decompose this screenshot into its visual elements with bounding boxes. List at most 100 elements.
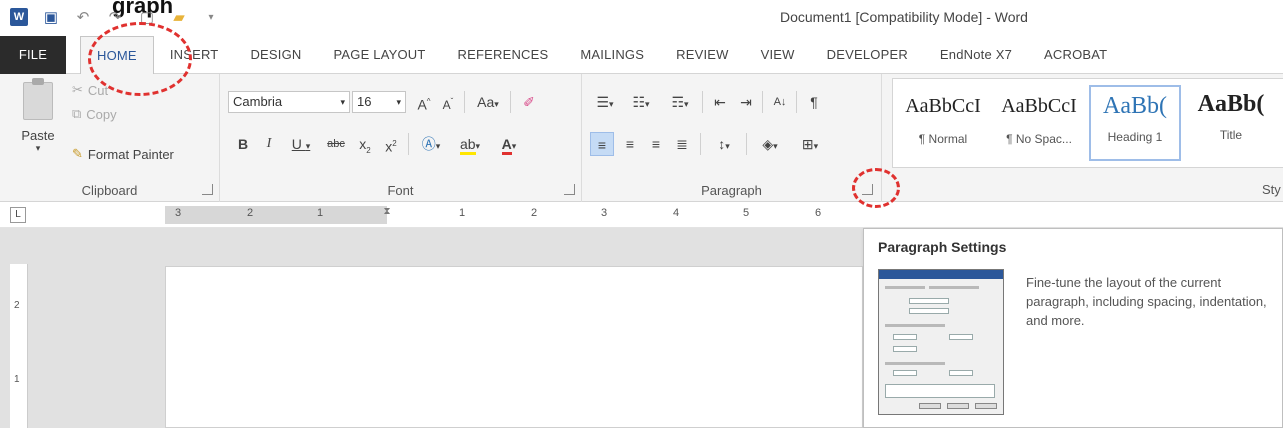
tab-mailings[interactable]: MAILINGS — [564, 36, 660, 74]
borders-icon[interactable]: ⊞▾ — [792, 132, 828, 156]
bold-icon[interactable]: B — [232, 132, 254, 156]
ruler-number: 2 — [531, 207, 538, 219]
new-document-icon[interactable]: ▢ — [138, 8, 156, 26]
word-icon[interactable]: W — [10, 8, 28, 26]
font-size-value: 16 — [357, 94, 372, 109]
change-case-button[interactable]: Aa▾ — [470, 90, 506, 114]
align-right-icon[interactable]: ≡ — [644, 132, 668, 156]
style-heading-1[interactable]: AaBb( Heading 1 — [1089, 85, 1181, 161]
document-page[interactable] — [165, 266, 863, 428]
style-label: Heading 1 — [1107, 130, 1163, 144]
undo-icon[interactable]: ↶ — [74, 8, 92, 26]
style-sample: AaBb( — [1103, 93, 1167, 119]
clipboard-group-label: Clipboard — [81, 183, 138, 198]
paste-dropdown-icon[interactable]: ▾ — [14, 143, 62, 154]
superscript-icon[interactable]: x2 — [380, 132, 402, 156]
clipboard-group: Paste ▾ ✂ Cut ⧉ Copy ✎ Format Painter Cl… — [0, 74, 220, 202]
tab-acrobat[interactable]: ACROBAT — [1028, 36, 1123, 74]
paste-label: Paste — [21, 128, 55, 143]
tab-home[interactable]: HOME — [80, 35, 154, 75]
font-size-combo[interactable]: 16 ▾ — [352, 91, 406, 113]
style-no-spacing[interactable]: AaBbCcI ¶ No Spac... — [993, 85, 1085, 161]
sort-icon[interactable]: A↓ — [768, 90, 792, 114]
separator — [746, 133, 747, 155]
line-spacing-icon[interactable]: ↕▾ — [706, 132, 742, 156]
shrink-font-icon[interactable]: Aˇ — [438, 90, 458, 114]
shading-icon[interactable]: ◈▾ — [752, 132, 788, 156]
text-effects-icon[interactable]: Ⓐ▾ — [414, 132, 448, 156]
font-name-value: Cambria — [233, 94, 283, 109]
ruler-number: 3 — [601, 207, 608, 219]
save-icon[interactable]: ▣ — [42, 8, 60, 26]
tooltip-description: Fine-tune the layout of the current para… — [1026, 275, 1267, 328]
clipboard-icon — [23, 78, 53, 120]
indent-marker-icon[interactable]: ⧗ — [381, 206, 393, 224]
format-painter-button[interactable]: ✎ Format Painter — [72, 146, 174, 162]
italic-icon[interactable]: I — [258, 132, 280, 156]
numbering-icon[interactable]: ☷▾ — [624, 90, 658, 114]
vertical-ruler[interactable]: 2 1 — [10, 264, 28, 428]
ruler-number: 1 — [317, 207, 324, 219]
align-left-icon[interactable]: ≡ — [590, 132, 614, 156]
title-bar: graph W ▣ ↶ ↷ ▢ ▰ ▾ Document1 [Compatibi… — [0, 0, 1283, 36]
increase-indent-icon[interactable]: ⇥ — [734, 90, 758, 114]
font-color-icon[interactable]: A▾ — [492, 132, 526, 156]
style-title[interactable]: AaBb( Title — [1185, 85, 1277, 161]
bullets-icon[interactable]: ☰▾ — [588, 90, 622, 114]
ruler-number: 6 — [815, 207, 822, 219]
clipboard-launcher-icon[interactable] — [202, 184, 213, 195]
font-name-dropdown-icon[interactable]: ▾ — [340, 92, 345, 112]
decrease-indent-icon[interactable]: ⇤ — [708, 90, 732, 114]
paragraph-settings-launcher-icon[interactable] — [862, 184, 873, 195]
font-size-dropdown-icon[interactable]: ▾ — [396, 92, 401, 112]
font-group: Cambria ▾ 16 ▾ A^ Aˇ Aa▾ ✐ B I U ▾ abc x… — [220, 74, 582, 202]
style-normal[interactable]: AaBbCcI ¶ Normal — [897, 85, 989, 161]
ruler-number: 5 — [743, 207, 750, 219]
font-name-combo[interactable]: Cambria ▾ — [228, 91, 350, 113]
paste-button[interactable]: Paste ▾ — [14, 78, 62, 154]
align-center-icon[interactable]: ≡ — [618, 132, 642, 156]
ruler-row: L 3 2 1 ⧗ 1 2 3 4 5 6 — [0, 202, 1283, 228]
tab-review[interactable]: REVIEW — [660, 36, 744, 74]
justify-icon[interactable]: ≣ — [670, 132, 694, 156]
open-folder-icon[interactable]: ▰ — [170, 8, 188, 26]
tab-selector-icon[interactable]: L — [10, 207, 26, 223]
ruler-number: 1 — [459, 207, 466, 219]
separator — [796, 91, 797, 113]
font-launcher-icon[interactable] — [564, 184, 575, 195]
tab-references[interactable]: REFERENCES — [442, 36, 565, 74]
paragraph-group-label: Paragraph — [701, 183, 762, 198]
style-label: Title — [1219, 128, 1243, 142]
clear-formatting-icon[interactable]: ✐ — [518, 90, 540, 114]
customize-qat-icon[interactable]: ▾ — [202, 8, 220, 26]
tab-view[interactable]: VIEW — [745, 36, 811, 74]
paragraph-settings-tooltip: Paragraph Settings Fine-tune the layout … — [863, 228, 1283, 428]
style-sample: AaBbCcI — [905, 95, 981, 117]
style-label: ¶ Normal — [918, 132, 968, 146]
paragraph-dialog-preview-icon — [878, 269, 1004, 415]
separator — [702, 91, 703, 113]
styles-group-label: Sty — [1262, 182, 1281, 197]
paragraph-group: ☰▾ ☷▾ ☶▾ ⇤ ⇥ A↓ ¶ ≡ ≡ ≡ ≣ ↕▾ ◈▾ ⊞▾ Parag… — [582, 74, 882, 202]
tab-developer[interactable]: DEVELOPER — [811, 36, 924, 74]
tab-insert[interactable]: INSERT — [154, 36, 235, 74]
copy-button[interactable]: ⧉ Copy — [72, 106, 117, 122]
redo-icon[interactable]: ↷ — [106, 8, 124, 26]
separator — [700, 133, 701, 155]
separator — [762, 91, 763, 113]
cut-button[interactable]: ✂ Cut — [72, 82, 108, 98]
grow-font-icon[interactable]: A^ — [414, 90, 434, 114]
tab-endnote[interactable]: EndNote X7 — [924, 36, 1028, 74]
tab-file[interactable]: FILE — [0, 35, 66, 74]
show-formatting-marks-icon[interactable]: ¶ — [802, 90, 826, 114]
horizontal-ruler[interactable]: 3 2 1 ⧗ 1 2 3 4 5 6 — [165, 206, 865, 224]
multilevel-list-icon[interactable]: ☶▾ — [662, 90, 698, 114]
tab-design[interactable]: DESIGN — [234, 36, 317, 74]
underline-icon[interactable]: U ▾ — [284, 132, 318, 156]
strikethrough-icon[interactable]: abc — [322, 132, 350, 156]
highlight-color-icon[interactable]: ab▾ — [452, 132, 488, 156]
tab-page-layout[interactable]: PAGE LAYOUT — [318, 36, 442, 74]
ruler-left-margin — [165, 206, 387, 224]
subscript-icon[interactable]: x2 — [354, 132, 376, 156]
tooltip-title: Paragraph Settings — [878, 239, 1007, 255]
